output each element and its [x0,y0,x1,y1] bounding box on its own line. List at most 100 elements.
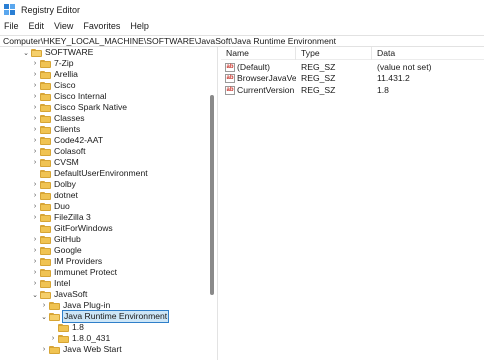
column-header-type[interactable]: Type [296,47,372,60]
chevron-right-icon[interactable]: › [31,91,39,102]
tree-item-label: GitHub [54,234,81,244]
menu-edit[interactable]: Edit [24,19,50,34]
values-list-pane[interactable]: Name Type Data ab (Default) REG_SZ (valu… [221,47,484,360]
tree-item-im-providers[interactable]: › IM Providers [31,256,102,267]
chevron-right-icon[interactable]: › [31,201,39,212]
chevron-right-icon[interactable]: › [31,190,39,201]
tree-item-classes[interactable]: › Classes [31,113,85,124]
chevron-down-icon[interactable]: ⌄ [22,47,30,58]
tree-item-label: Classes [54,113,85,123]
chevron-down-icon[interactable]: ⌄ [40,311,48,322]
tree-item-java-plug-in[interactable]: › Java Plug-in [40,300,110,311]
chevron-right-icon[interactable]: › [40,300,48,311]
tree-item-defaultuserenvironment[interactable]: › DefaultUserEnvironment [31,168,148,179]
chevron-right-icon[interactable]: › [31,234,39,245]
tree-item-label: JavaSoft [54,289,88,299]
chevron-right-icon[interactable]: › [31,113,39,124]
tree-item-clients[interactable]: › Clients [31,124,80,135]
tree-item-label: CVSM [54,157,79,167]
tree-item-cisco-spark-native[interactable]: › Cisco Spark Native [31,102,127,113]
chevron-right-icon[interactable]: › [31,80,39,91]
chevron-right-icon[interactable]: › [31,212,39,223]
tree-item-1-8[interactable]: › 1.8 [49,322,84,333]
column-header-name[interactable]: Name [221,47,296,60]
chevron-right-icon[interactable]: › [31,69,39,80]
chevron-right-icon[interactable]: › [31,58,39,69]
tree-item-javasoft[interactable]: ⌄ JavaSoft [31,289,87,300]
tree-item-java-runtime-environment[interactable]: ⌄ Java Runtime Environment [40,310,170,323]
chevron-right-icon[interactable]: › [31,157,39,168]
tree-item-software[interactable]: ⌄ SOFTWARE [22,47,93,58]
column-header-data[interactable]: Data [372,47,484,60]
tree-item-dolby[interactable]: › Dolby [31,179,76,190]
chevron-right-icon[interactable]: › [31,102,39,113]
menu-help[interactable]: Help [125,19,154,34]
tree-item-label: GitForWindows [54,223,113,233]
menu-view[interactable]: View [49,19,78,34]
tree-item-label: 7-Zip [54,58,74,68]
tree-item-colasoft[interactable]: › Colasoft [31,146,86,157]
folder-icon [49,301,60,310]
tree-item-label: FileZilla 3 [54,212,91,222]
menu-favorites[interactable]: Favorites [78,19,125,34]
chevron-right-icon[interactable]: › [31,245,39,256]
tree-item-duo[interactable]: › Duo [31,201,70,212]
tree-item-cvsm[interactable]: › CVSM [31,157,79,168]
tree-item-label: IM Providers [54,256,103,266]
tree-item-label: Cisco Internal [54,91,107,101]
value-type: REG_SZ [301,85,336,95]
folder-icon [49,312,60,321]
value-name: CurrentVersion [237,85,295,95]
chevron-right-icon[interactable]: › [31,267,39,278]
tree-scrollbar[interactable] [210,52,214,352]
tree-item-label: DefaultUserEnvironment [54,168,148,178]
tree-item-label: Duo [54,201,70,211]
window-title: Registry Editor [21,4,81,15]
tree-item-label: Immunet Protect [54,267,118,277]
chevron-right-icon[interactable]: › [31,179,39,190]
chevron-right-icon[interactable]: › [31,135,39,146]
address-bar[interactable]: Computer\HKEY_LOCAL_MACHINE\SOFTWARE\Jav… [0,35,484,47]
tree-item-label: Colasoft [54,146,86,156]
chevron-right-icon[interactable]: › [49,333,57,344]
tree-item-google[interactable]: › Google [31,245,82,256]
tree-item-gitforwindows[interactable]: › GitForWindows [31,223,113,234]
string-value-icon: ab [225,86,235,95]
list-header: Name Type Data [221,47,484,60]
value-row[interactable]: ab CurrentVersion REG_SZ 1.8 [221,84,484,97]
tree-item-label: Java Runtime Environment [61,310,170,323]
chevron-right-icon[interactable]: › [31,256,39,267]
tree-item-label: SOFTWARE [45,47,94,57]
key-tree-pane[interactable]: ⌄ SOFTWARE › 7-Zip › Arellia › Cisco › C… [0,47,216,360]
folder-icon [40,103,51,112]
tree-item-github[interactable]: › GitHub [31,234,81,245]
address-path[interactable]: Computer\HKEY_LOCAL_MACHINE\SOFTWARE\Jav… [0,36,336,46]
scrollbar-thumb[interactable] [210,95,214,295]
tree-item-1-8-0-431[interactable]: › 1.8.0_431 [49,333,110,344]
tree-item-filezilla-3[interactable]: › FileZilla 3 [31,212,91,223]
folder-icon [31,48,42,57]
folder-icon [40,180,51,189]
tree-item-label: Clients [54,124,81,134]
chevron-right-icon[interactable]: › [40,344,48,355]
tree-item-code42-aat[interactable]: › Code42-AAT [31,135,103,146]
chevron-right-icon[interactable]: › [31,124,39,135]
tree-item-java-web-start[interactable]: › Java Web Start [40,344,122,355]
tree-item-immunet-protect[interactable]: › Immunet Protect [31,267,117,278]
tree-item-intel[interactable]: › Intel [31,278,70,289]
tree-item-dotnet[interactable]: › dotnet [31,190,78,201]
tree-item-arellia[interactable]: › Arellia [31,69,78,80]
tree-item-7-zip[interactable]: › 7-Zip [31,58,74,69]
tree-item-cisco-internal[interactable]: › Cisco Internal [31,91,107,102]
chevron-right-icon[interactable]: › [31,146,39,157]
title-bar: Registry Editor [0,0,484,19]
menu-file[interactable]: File [0,19,24,34]
folder-icon [40,147,51,156]
folder-icon [40,213,51,222]
folder-icon [40,202,51,211]
tree-item-cisco[interactable]: › Cisco [31,80,76,91]
folder-icon [40,290,51,299]
chevron-right-icon[interactable]: › [31,278,39,289]
tree-item-label: dotnet [54,190,78,200]
chevron-down-icon[interactable]: ⌄ [31,289,39,300]
